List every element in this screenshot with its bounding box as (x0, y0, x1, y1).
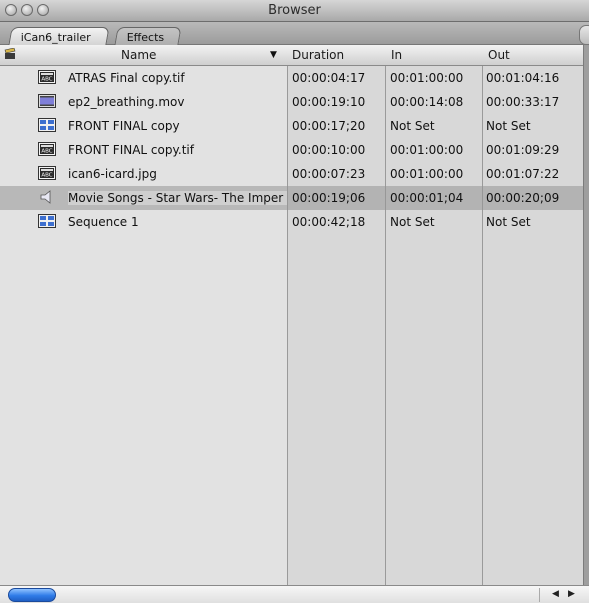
browser-table: Name ▼ Duration In Out ABC ATRAS Final c… (0, 45, 583, 585)
tab-effects[interactable]: Effects (114, 27, 182, 45)
still-image-icon: ABC (38, 166, 56, 180)
scroll-arrows: ◀ ▶ (539, 588, 583, 602)
svg-text:ABC: ABC (41, 149, 52, 155)
clip-in-point: 00:00:14:08 (390, 95, 464, 109)
browser-window: Browser iCan6_trailer Effects Name ▼ Dur… (0, 0, 589, 603)
movie-clip-icon (38, 94, 56, 108)
horizontal-scroll-thumb[interactable] (8, 588, 56, 602)
audio-speaker-icon (40, 190, 51, 204)
clip-duration: 00:00:19;06 (292, 191, 366, 205)
window-title: Browser (268, 3, 321, 18)
clip-duration: 00:00:07:23 (292, 167, 366, 181)
clip-name: Movie Songs - Star Wars- The Imper (68, 191, 287, 205)
tab-label: Effects (126, 31, 165, 44)
table-row[interactable]: ABC ican6-icard.jpg 00:00:07:23 00:01:00… (0, 162, 583, 186)
tab-ican6-trailer[interactable]: iCan6_trailer (8, 27, 110, 45)
clip-in-point: 00:01:00:00 (390, 71, 464, 85)
table-row-selected[interactable]: Movie Songs - Star Wars- The Imper 00:00… (0, 186, 583, 210)
svg-text:ABC: ABC (41, 77, 52, 83)
clip-name: ican6-icard.jpg (68, 167, 157, 181)
column-header-out[interactable]: Out (488, 48, 510, 62)
clip-out-point: 00:01:07:22 (486, 167, 560, 181)
table-row[interactable]: ep2_breathing.mov 00:00:19:10 00:00:14:0… (0, 90, 583, 114)
column-header-duration[interactable]: Duration (292, 48, 344, 62)
clip-in-point: 00:01:00:00 (390, 143, 464, 157)
tab-bar: iCan6_trailer Effects (0, 22, 589, 45)
sort-descending-icon[interactable]: ▼ (270, 50, 277, 60)
clip-out-point: 00:01:09:29 (486, 143, 560, 157)
clip-name: Sequence 1 (68, 215, 139, 229)
clip-duration: 00:00:10:00 (292, 143, 366, 157)
clip-duration: 00:00:42;18 (292, 215, 366, 229)
clip-name: ep2_breathing.mov (68, 95, 185, 109)
clip-out-point: Not Set (486, 215, 531, 229)
clip-out-point: 00:01:04:16 (486, 71, 560, 85)
still-image-icon: ABC (38, 70, 56, 84)
tab-label: iCan6_trailer (20, 31, 91, 44)
still-image-icon: ABC (38, 142, 56, 156)
table-rows: ABC ATRAS Final copy.tif 00:00:04:17 00:… (0, 66, 583, 234)
horizontal-scrollbar[interactable]: ◀ ▶ (0, 585, 589, 603)
clapboard-icon[interactable] (4, 48, 16, 60)
clip-out-point: Not Set (486, 119, 531, 133)
title-bar: Browser (0, 0, 589, 22)
table-row[interactable]: Sequence 1 00:00:42;18 Not Set Not Set (0, 210, 583, 234)
column-header-name[interactable]: Name (121, 48, 156, 62)
table-row[interactable]: ABC ATRAS Final copy.tif 00:00:04:17 00:… (0, 66, 583, 90)
sequence-icon (38, 214, 56, 228)
scroll-right-arrow-icon[interactable]: ▶ (568, 589, 575, 599)
sequence-icon (38, 118, 56, 132)
clip-name: FRONT FINAL copy (68, 119, 180, 133)
clip-out-point: 00:00:20;09 (486, 191, 560, 205)
vertical-scrollbar[interactable] (583, 45, 589, 585)
clip-name: ATRAS Final copy.tif (68, 71, 185, 85)
clip-duration: 00:00:17;20 (292, 119, 366, 133)
clip-duration: 00:00:04:17 (292, 71, 366, 85)
clip-in-point: Not Set (390, 215, 435, 229)
table-row[interactable]: ABC FRONT FINAL copy.tif 00:00:10:00 00:… (0, 138, 583, 162)
clip-in-point: 00:00:01;04 (390, 191, 464, 205)
column-header-in[interactable]: In (391, 48, 402, 62)
clip-name: FRONT FINAL copy.tif (68, 143, 194, 157)
svg-text:ABC: ABC (41, 173, 52, 179)
clip-in-point: 00:01:00:00 (390, 167, 464, 181)
clip-in-point: Not Set (390, 119, 435, 133)
table-header: Name ▼ Duration In Out (0, 45, 583, 66)
tab-dock-handle[interactable] (579, 25, 589, 45)
clip-out-point: 00:00:33:17 (486, 95, 560, 109)
scroll-left-arrow-icon[interactable]: ◀ (552, 589, 559, 599)
table-row[interactable]: FRONT FINAL copy 00:00:17;20 Not Set Not… (0, 114, 583, 138)
clip-duration: 00:00:19:10 (292, 95, 366, 109)
